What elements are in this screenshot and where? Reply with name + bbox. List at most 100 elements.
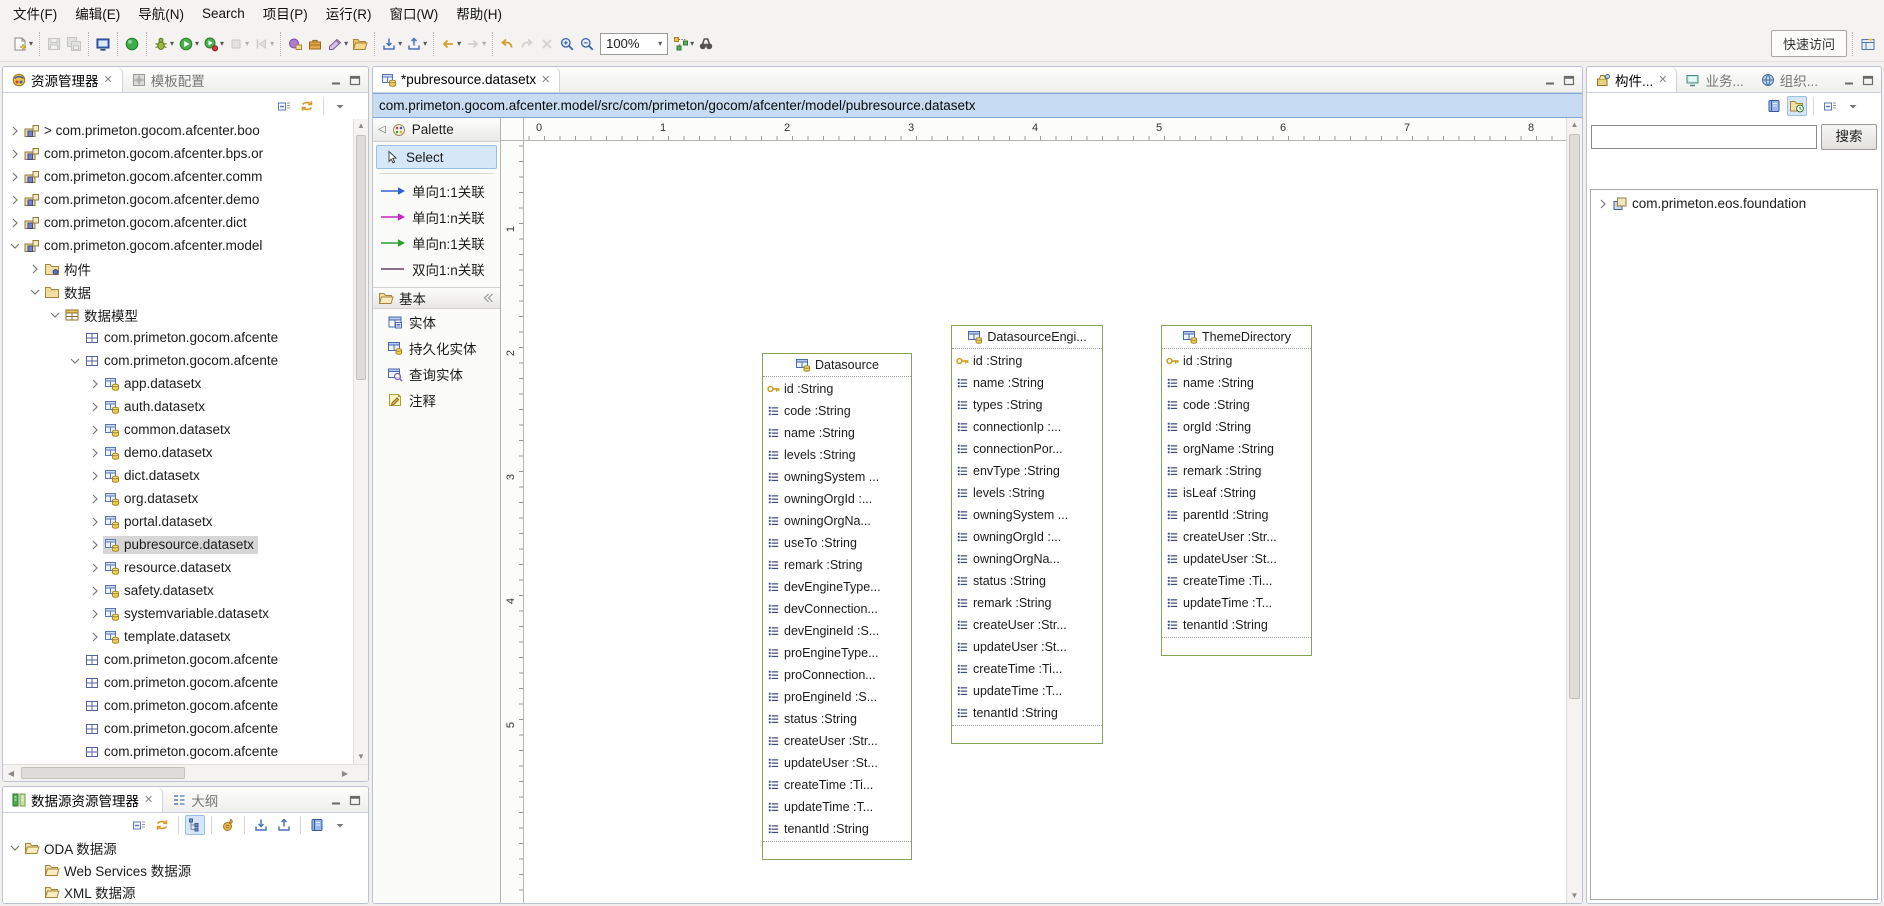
search-input[interactable] — [1591, 125, 1817, 149]
entity-field[interactable]: connectionIp :... — [952, 416, 1102, 438]
entity-field[interactable]: devConnection... — [763, 598, 911, 620]
menu-item[interactable]: 项目(P) — [254, 0, 317, 26]
entity-field[interactable]: createTime :Ti... — [1162, 570, 1311, 592]
entity-field[interactable]: status :String — [763, 708, 911, 730]
run-button[interactable]: ▾ — [176, 34, 201, 54]
entity-field[interactable]: devEngineType... — [763, 576, 911, 598]
maximize-icon[interactable] — [1561, 72, 1577, 88]
palette-header[interactable]: ◁ Palette — [373, 118, 500, 142]
menu-item[interactable]: 文件(F) — [4, 0, 66, 26]
dropdown-arrow-icon[interactable]: ▾ — [195, 40, 199, 48]
view-menu-button[interactable] — [1843, 96, 1863, 116]
scroll-up-icon[interactable]: ▲ — [354, 119, 368, 133]
step-button[interactable]: ▾ — [251, 34, 276, 54]
open-perspective-button[interactable] — [1858, 34, 1878, 54]
maximize-icon[interactable] — [347, 792, 363, 808]
save-all-button[interactable] — [64, 34, 84, 54]
tree-item[interactable]: com.primeton.gocom.afcente — [3, 671, 353, 694]
entity-datasource[interactable]: Datasourceid :Stringcode :Stringname :St… — [762, 353, 912, 860]
minimize-icon[interactable] — [328, 72, 344, 88]
view-menu-button[interactable] — [330, 96, 350, 116]
expand-arrow-icon[interactable] — [87, 468, 103, 484]
collapse-arrow-icon[interactable] — [7, 840, 23, 856]
entity-datasourceengi[interactable]: DatasourceEngi...id :Stringname :Stringt… — [951, 325, 1103, 744]
scrollbar-thumb[interactable] — [1569, 134, 1580, 699]
entity-field[interactable]: updateTime :T... — [952, 680, 1102, 702]
entity-field[interactable]: owningOrgId :... — [763, 488, 911, 510]
tree-item[interactable]: com.primeton.gocom.afcente — [3, 694, 353, 717]
entity-field[interactable]: proConnection... — [763, 664, 911, 686]
dropdown-arrow-icon[interactable]: ▾ — [270, 40, 274, 48]
menu-item[interactable]: 窗口(W) — [381, 0, 448, 26]
tree-item[interactable]: > com.primeton.gocom.afcenter.boo — [3, 119, 353, 142]
entity-field[interactable]: name :String — [952, 372, 1102, 394]
scroll-down-icon[interactable]: ▼ — [1567, 889, 1582, 903]
export-button[interactable] — [274, 815, 294, 835]
tree-item[interactable]: com.primeton.gocom.afcenter.bps.or — [3, 142, 353, 165]
scroll-up-icon[interactable]: ▲ — [1567, 118, 1582, 132]
tree-item[interactable]: com.primeton.gocom.afcenter.model — [3, 234, 353, 257]
entity-field[interactable]: name :String — [763, 422, 911, 444]
tab-business[interactable]: 业务... — [1677, 67, 1751, 92]
layout-button[interactable]: ▾ — [671, 34, 696, 54]
palette-tool-note[interactable]: 注释 — [373, 387, 500, 413]
tree-item[interactable]: portal.datasetx — [3, 510, 353, 533]
entity-field[interactable]: owningOrgNa... — [952, 548, 1102, 570]
entity-field[interactable]: updateTime :T... — [763, 796, 911, 818]
collapse-arrow-icon[interactable] — [67, 353, 83, 369]
console-button[interactable] — [93, 34, 113, 54]
export-button[interactable]: ▾ — [404, 34, 429, 54]
entity-field[interactable]: updateUser :St... — [952, 636, 1102, 658]
collapse-all-button[interactable] — [1820, 96, 1840, 116]
dropdown-arrow-icon[interactable]: ▾ — [398, 40, 402, 48]
entity-field[interactable]: owningOrgId :... — [952, 526, 1102, 548]
tab-datasource-explorer[interactable]: 数据源资源管理器 ✕ — [3, 787, 163, 812]
collapse-arrow-icon[interactable] — [27, 284, 43, 300]
palette-tool-relation[interactable]: 单向1:1关联 — [373, 178, 500, 204]
entity-field[interactable]: owningSystem ... — [763, 466, 911, 488]
entity-field[interactable]: updateUser :St... — [763, 752, 911, 774]
palette-tool-entity[interactable]: 实体 — [373, 309, 500, 335]
palette-tool-select[interactable]: Select — [376, 145, 497, 169]
hand-button[interactable] — [218, 815, 238, 835]
search-button[interactable]: 搜索 — [1821, 124, 1877, 150]
tab-components[interactable]: 构件... ✕ — [1587, 67, 1677, 92]
stop-button[interactable]: ▾ — [226, 34, 251, 54]
explorer-vertical-scrollbar[interactable]: ▲ ▼ — [353, 119, 368, 764]
breadcrumb[interactable]: com.primeton.gocom.afcenter.model/src/co… — [373, 93, 1582, 118]
entity-field[interactable]: connectionPor... — [952, 438, 1102, 460]
new-wizard-button[interactable]: ▾ — [10, 34, 35, 54]
entity-field[interactable]: updateTime :T... — [1162, 592, 1311, 614]
entity-field[interactable]: updateUser :St... — [1162, 548, 1311, 570]
zoom-in-button[interactable] — [557, 34, 577, 54]
pin-drawer-icon[interactable] — [479, 290, 495, 306]
expand-arrow-icon[interactable] — [87, 537, 103, 553]
close-icon[interactable]: ✕ — [540, 73, 551, 86]
menu-item[interactable]: Search — [193, 3, 254, 24]
dropdown-arrow-icon[interactable]: ▾ — [170, 40, 174, 48]
undo-button[interactable] — [497, 34, 517, 54]
tab-outline[interactable]: 大纲 — [163, 787, 226, 812]
dropdown-arrow-icon[interactable]: ▾ — [245, 40, 249, 48]
debug-button[interactable]: ▾ — [151, 34, 176, 54]
entity-field[interactable]: levels :String — [952, 482, 1102, 504]
palette-tool-relation[interactable]: 单向1:n关联 — [373, 204, 500, 230]
entity-field[interactable]: tenantId :String — [1162, 614, 1311, 636]
entity-field[interactable]: code :String — [1162, 394, 1311, 416]
tree-item[interactable]: 数据模型 — [3, 303, 353, 326]
entity-field[interactable]: types :String — [952, 394, 1102, 416]
entity-field[interactable]: parentId :String — [1162, 504, 1311, 526]
entity-field[interactable]: orgName :String — [1162, 438, 1311, 460]
expand-arrow-icon[interactable] — [1595, 196, 1611, 212]
scrollbar-thumb[interactable] — [356, 135, 366, 380]
editor-tab-pubresource[interactable]: *pubresource.datasetx ✕ — [373, 67, 560, 92]
entity-field[interactable]: isLeaf :String — [1162, 482, 1311, 504]
entity-themedirectory[interactable]: ThemeDirectoryid :Stringname :Stringcode… — [1161, 325, 1312, 656]
zoom-level-combo[interactable]: 100%▾ — [600, 33, 668, 55]
dropdown-arrow-icon[interactable]: ▾ — [457, 40, 461, 48]
folder-clock-button[interactable] — [1787, 96, 1807, 116]
expand-arrow-icon[interactable] — [87, 514, 103, 530]
quick-access-button[interactable]: 快速访问 — [1771, 30, 1847, 57]
tree-item[interactable]: com.primeton.gocom.afcente — [3, 349, 353, 372]
dropdown-arrow-icon[interactable]: ▾ — [482, 40, 486, 48]
